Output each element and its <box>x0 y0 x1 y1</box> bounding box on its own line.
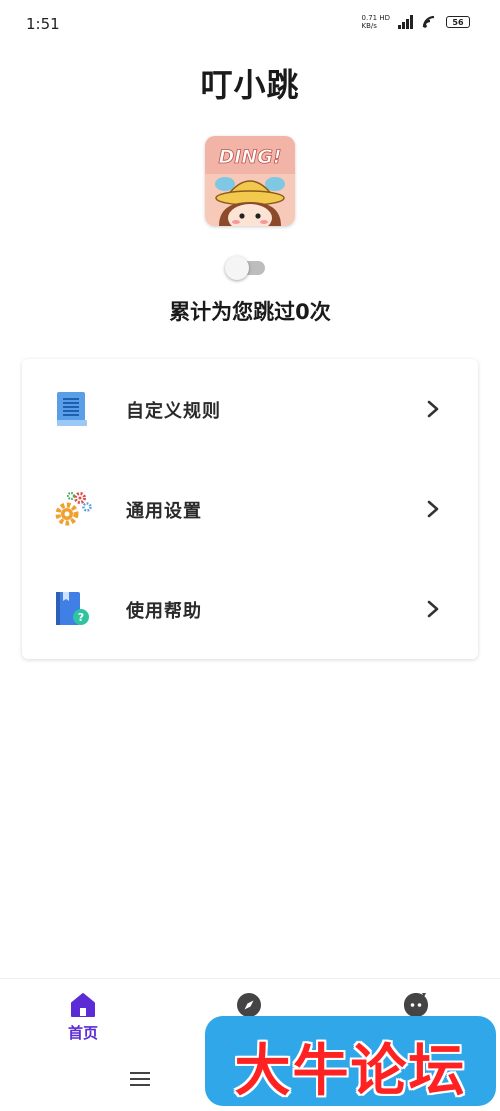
document-list-icon <box>57 392 87 426</box>
svg-text:DING!: DING! <box>218 146 281 168</box>
chevron-right-icon <box>427 400 439 418</box>
battery-icon: 56 <box>446 16 470 28</box>
menu-item-label: 使用帮助 <box>126 601 202 622</box>
menu-card: 自定义规则 通用设置 ? 使用帮助 <box>22 359 478 659</box>
menu-item-custom-rules[interactable]: 自定义规则 <box>22 359 478 459</box>
menu-item-label: 通用设置 <box>126 501 202 522</box>
chat-bubble-icon <box>404 993 428 1017</box>
nav-tab-label: 首页 <box>67 1024 98 1042</box>
status-icons: 0.71 HD KB/s 56 <box>362 14 470 30</box>
nav-tab-home[interactable]: 首页 <box>43 991 123 1051</box>
system-menu-icon[interactable] <box>128 1068 152 1090</box>
skip-count-text: 累计为您跳过0次 <box>169 300 331 324</box>
status-time: 1:51 <box>26 15 60 33</box>
page-title: 叮小跳 <box>200 66 300 104</box>
menu-item-label: 自定义规则 <box>126 401 221 422</box>
menu-item-general-settings[interactable]: 通用设置 <box>22 459 478 559</box>
signal-icon <box>398 15 413 29</box>
app-logo: DING! <box>205 136 295 226</box>
toggle-knob <box>225 256 249 280</box>
compass-icon <box>237 993 261 1017</box>
chevron-right-icon <box>427 500 439 518</box>
status-bar: 1:51 0.71 HD KB/s 56 <box>0 0 500 48</box>
gears-icon <box>55 491 92 526</box>
watermark-badge: 大牛论坛 <box>205 1016 496 1106</box>
network-speed: 0.71 HD KB/s <box>361 14 390 30</box>
skip-toggle-switch[interactable] <box>225 256 267 280</box>
help-book-icon: ? <box>56 592 89 625</box>
wifi-icon <box>422 15 435 28</box>
home-icon <box>71 993 95 1017</box>
menu-item-help[interactable]: ? 使用帮助 <box>22 559 478 659</box>
svg-text:?: ? <box>78 611 84 624</box>
watermark-text: 大牛论坛 <box>234 1039 467 1104</box>
chevron-right-icon <box>427 600 439 618</box>
